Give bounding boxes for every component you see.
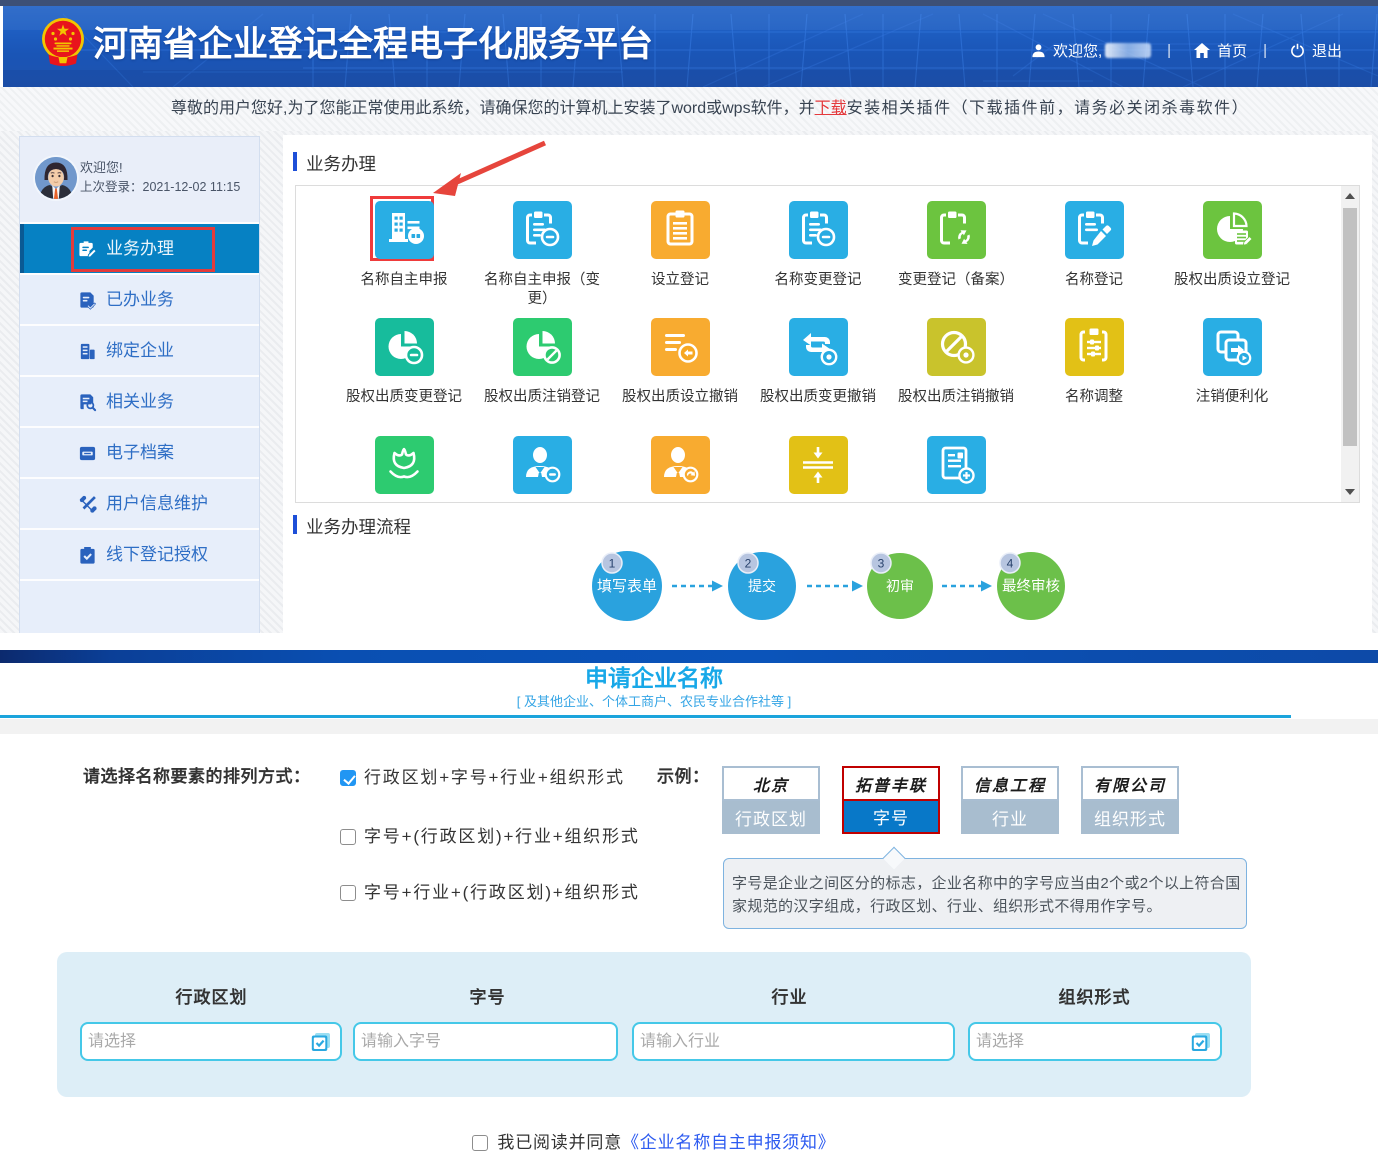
svg-text:初审: 初审 bbox=[886, 578, 914, 594]
svg-text:3: 3 bbox=[878, 557, 885, 571]
svg-text:填写表单: 填写表单 bbox=[597, 578, 657, 595]
svg-text:最终审核: 最终审核 bbox=[1002, 578, 1060, 595]
svg-text:提交: 提交 bbox=[748, 578, 776, 594]
svg-text:4: 4 bbox=[1007, 557, 1014, 571]
svg-text:2: 2 bbox=[745, 557, 752, 571]
svg-text:1: 1 bbox=[609, 557, 616, 571]
